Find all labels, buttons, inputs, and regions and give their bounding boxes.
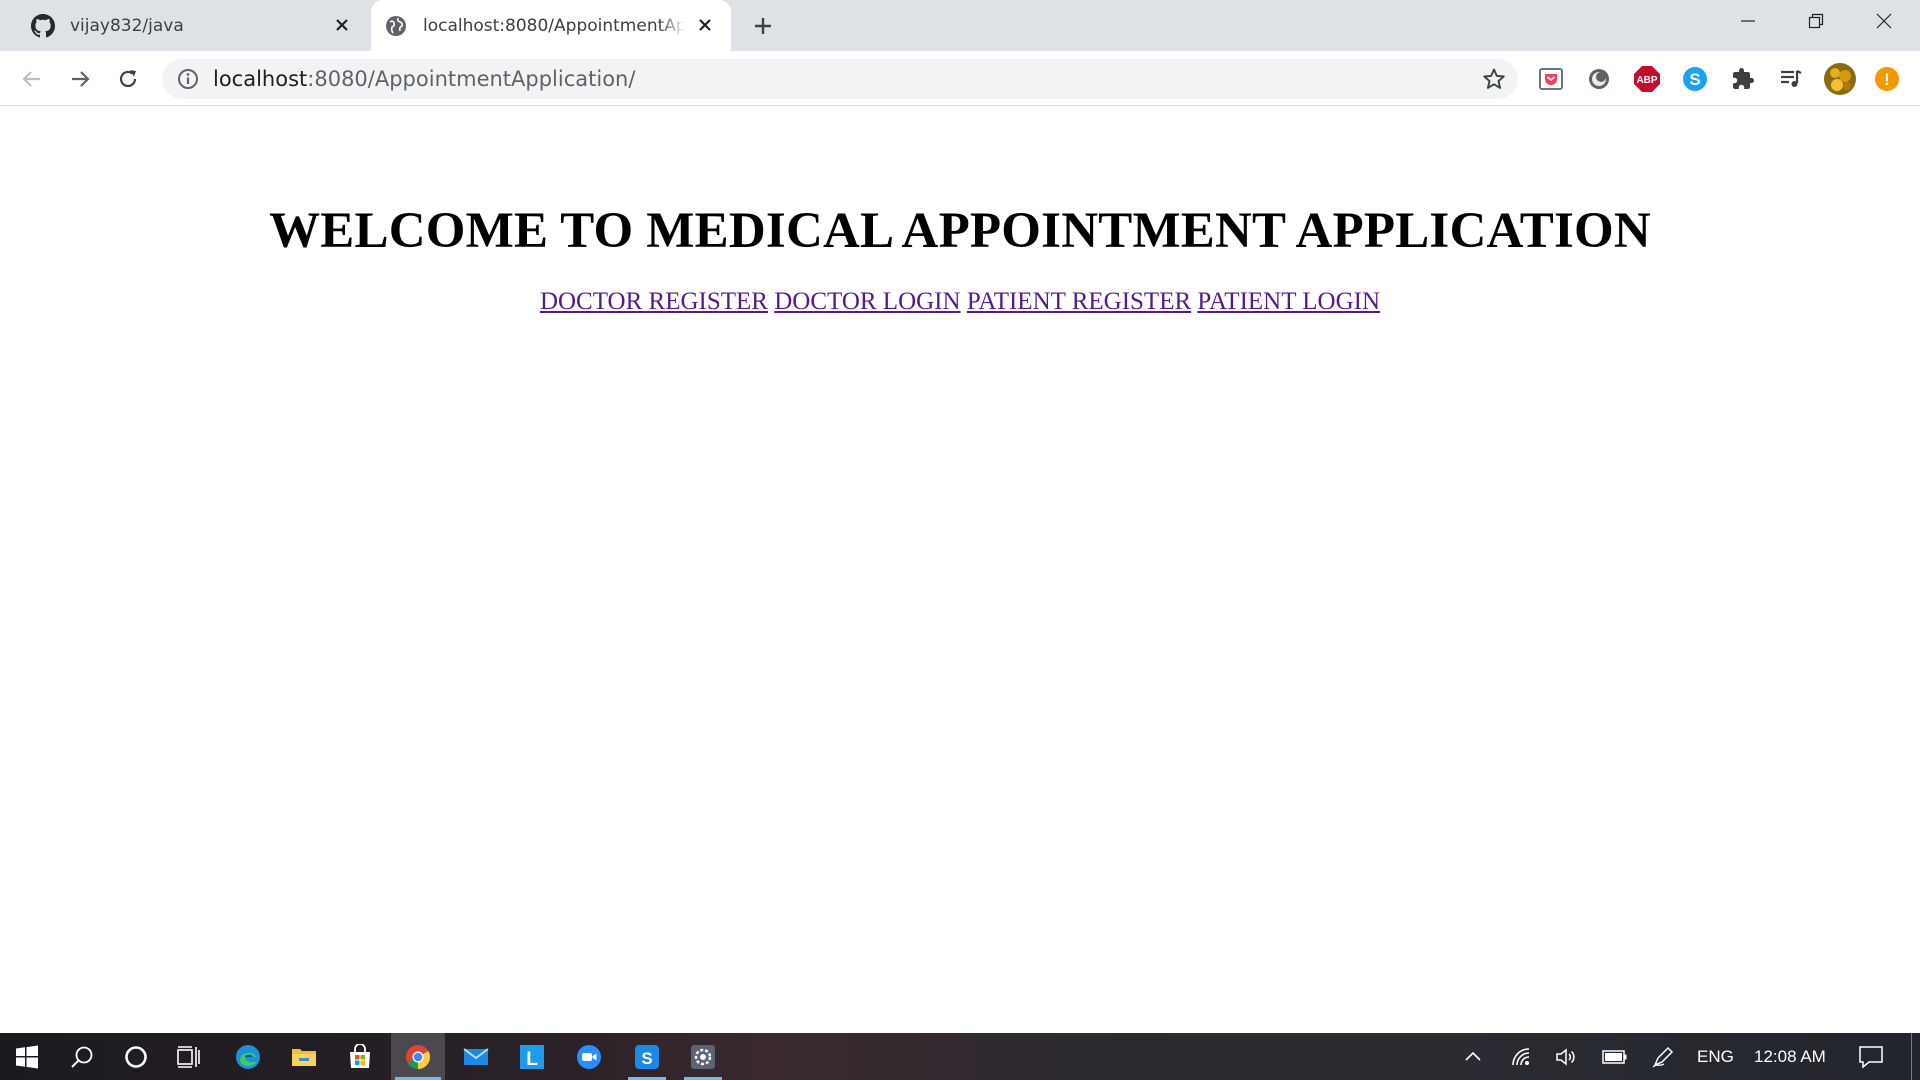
patient-register-link[interactable]: PATIENT REGISTER (967, 288, 1191, 315)
chrome-icon[interactable] (391, 1033, 445, 1080)
task-view-icon[interactable] (164, 1033, 212, 1080)
globe-icon (383, 13, 409, 39)
media-queue-icon[interactable] (1777, 65, 1805, 93)
bookmark-star-icon[interactable] (1482, 67, 1506, 91)
new-tab-button[interactable] (748, 11, 778, 41)
tab-title: vijay832/java (70, 15, 184, 36)
web-page: WELCOME TO MEDICAL APPOINTMENT APPLICATI… (0, 106, 1920, 1033)
alert-mark: ! (1884, 70, 1890, 89)
skype-letter: S (1689, 70, 1700, 89)
nav-links: DOCTOR REGISTER DOCTOR LOGIN PATIENT REG… (0, 288, 1920, 316)
tab-title: localhost:8080/AppointmentApplication/ (423, 15, 685, 36)
site-info-icon[interactable] (177, 68, 199, 90)
doctor-register-link[interactable]: DOCTOR REGISTER (540, 288, 768, 315)
mail-icon[interactable] (452, 1033, 500, 1080)
doctor-login-link[interactable]: DOCTOR LOGIN (774, 288, 960, 315)
skype-letter: S (641, 1049, 652, 1068)
update-alert-icon[interactable]: ! (1873, 65, 1901, 93)
skype-icon[interactable]: S (624, 1033, 670, 1080)
settings-app-icon[interactable] (680, 1033, 726, 1080)
show-desktop-button[interactable] (1911, 1033, 1920, 1080)
minimize-button[interactable] (1714, 0, 1782, 42)
zoom-icon[interactable] (565, 1033, 613, 1080)
page-heading: WELCOME TO MEDICAL APPOINTMENT APPLICATI… (269, 203, 1651, 259)
edge-icon[interactable] (224, 1033, 272, 1080)
tab-strip: vijay832/java localhost:8080/Appointment… (0, 0, 1920, 51)
show-hidden-icons-icon[interactable] (1456, 1033, 1490, 1080)
l-app-icon[interactable]: L (508, 1033, 556, 1080)
browser-toolbar: localhost:8080/AppointmentApplication/ A… (0, 51, 1920, 106)
forward-button[interactable] (64, 63, 96, 95)
battery-icon[interactable] (1598, 1033, 1632, 1080)
close-tab-icon[interactable] (330, 13, 354, 37)
adblock-plus-icon[interactable]: ABP (1633, 65, 1661, 93)
volume-icon[interactable] (1550, 1033, 1584, 1080)
puzzle-extensions-icon[interactable] (1729, 65, 1757, 93)
restore-button[interactable] (1782, 0, 1850, 42)
windows-taskbar: L S ENG 12:08 AM (0, 1033, 1920, 1080)
adblock-label: ABP (1636, 75, 1657, 86)
action-center-icon[interactable] (1850, 1033, 1892, 1080)
reload-button[interactable] (112, 63, 144, 95)
ghostery-icon[interactable] (1585, 65, 1613, 93)
patient-login-link[interactable]: PATIENT LOGIN (1197, 288, 1380, 315)
github-icon (30, 13, 56, 39)
back-button[interactable] (16, 63, 48, 95)
cortana-icon[interactable] (112, 1033, 160, 1080)
file-explorer-icon[interactable] (280, 1033, 328, 1080)
url-path: :8080/AppointmentApplication/ (307, 67, 636, 91)
language-indicator[interactable]: ENG (1697, 1033, 1734, 1080)
store-icon[interactable] (336, 1033, 384, 1080)
wifi-icon[interactable] (1504, 1033, 1538, 1080)
tab-appointment[interactable]: localhost:8080/AppointmentApplication/ (371, 0, 731, 51)
clock-time[interactable]: 12:08 AM (1754, 1033, 1826, 1080)
pen-workspace-icon[interactable] (1646, 1033, 1680, 1080)
l-app-letter: L (526, 1049, 538, 1070)
pocket-icon[interactable] (1537, 65, 1565, 93)
address-bar[interactable]: localhost:8080/AppointmentApplication/ (162, 59, 1518, 99)
url-host: localhost (213, 67, 308, 91)
url-text[interactable]: localhost:8080/AppointmentApplication/ (213, 59, 635, 99)
profile-avatar[interactable] (1823, 62, 1857, 96)
skype-icon[interactable]: S (1681, 65, 1709, 93)
close-window-button[interactable] (1850, 0, 1918, 42)
close-tab-icon[interactable] (693, 13, 717, 37)
start-icon[interactable] (0, 1033, 54, 1080)
tab-github[interactable]: vijay832/java (18, 0, 368, 51)
search-icon[interactable] (58, 1033, 106, 1080)
